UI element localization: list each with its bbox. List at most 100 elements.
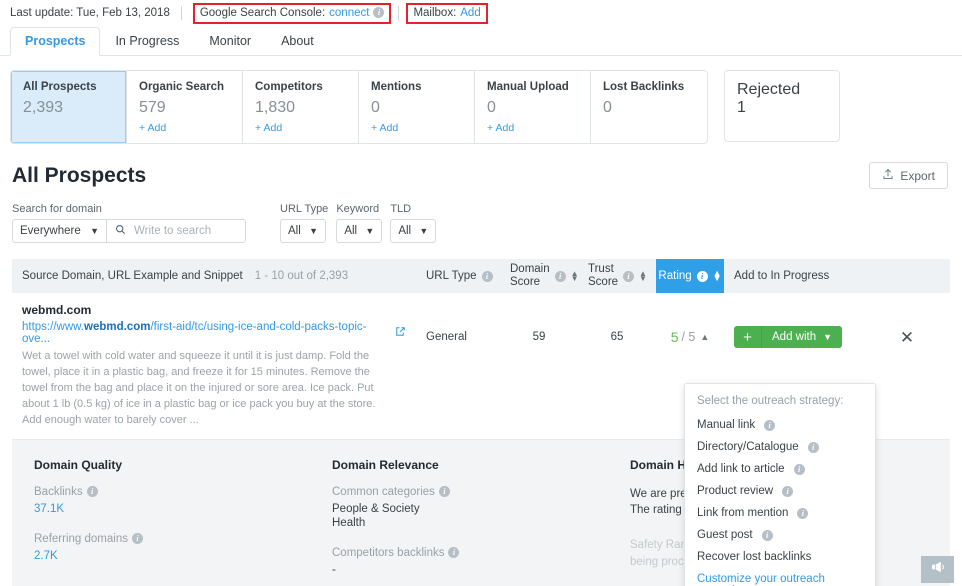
info-icon[interactable]: i	[807, 441, 819, 453]
tld-value: All	[398, 225, 412, 237]
item-label: Link from mention	[697, 507, 789, 519]
row-url[interactable]: https://www.webmd.com/first-aid/tc/using…	[22, 321, 406, 345]
info-icon[interactable]: i	[782, 485, 794, 497]
chevron-down-icon: ▼	[823, 332, 833, 342]
card-add-link[interactable]: + Add	[487, 122, 578, 134]
feedback-button[interactable]	[921, 556, 954, 583]
search-input-wrapper[interactable]	[106, 219, 246, 243]
add-with-button[interactable]: + Add with ▼	[734, 326, 843, 348]
card-value: 0	[371, 99, 380, 116]
plus-icon[interactable]: +	[734, 326, 762, 348]
info-icon[interactable]: i	[373, 7, 385, 18]
add-with-label-wrapper[interactable]: Add with ▼	[762, 326, 843, 348]
cell-rating[interactable]: 5 / 5 ▲	[656, 293, 724, 381]
export-button[interactable]: Export	[869, 162, 948, 189]
outreach-strategy-dropdown: Select the outreach strategy: Manual lin…	[684, 383, 876, 586]
search-icon	[115, 222, 126, 240]
card-all-prospects[interactable]: All Prospects 2,393	[11, 71, 127, 143]
card-title: Mentions	[371, 81, 422, 93]
tab-in-progress[interactable]: In Progress	[100, 27, 194, 56]
url-prefix: https://www.	[22, 321, 84, 333]
info-icon[interactable]: i	[696, 270, 708, 282]
info-icon[interactable]: i	[761, 529, 773, 541]
search-label: Search for domain	[12, 203, 102, 215]
info-icon[interactable]: i	[793, 463, 805, 475]
dropdown-item-guest-post[interactable]: Guest post i	[685, 524, 875, 546]
google-search-console-status[interactable]: Google Search Console: connect i	[192, 2, 392, 24]
cell-source-domain: webmd.com https://www.webmd.com/first-ai…	[12, 293, 416, 439]
info-icon[interactable]: i	[797, 507, 809, 519]
search-input[interactable]	[132, 224, 237, 238]
tld-filter-group: TLD All ▼	[390, 203, 437, 243]
mailbox-status[interactable]: Mailbox: Add	[406, 2, 488, 24]
search-scope-select[interactable]: Everywhere ▼	[12, 219, 106, 243]
detail-value: People & Society	[332, 502, 420, 515]
tab-monitor[interactable]: Monitor	[194, 27, 266, 56]
item-label: Product review	[697, 485, 774, 497]
dropdown-item-directory-catalogue[interactable]: Directory/Catalogue i	[685, 436, 875, 458]
card-value: 1,830	[255, 99, 296, 116]
tab-prospects[interactable]: Prospects	[10, 27, 101, 56]
info-icon[interactable]: i	[764, 419, 776, 431]
url-type-select[interactable]: All ▼	[280, 219, 326, 243]
info-icon[interactable]: i	[131, 533, 143, 545]
card-value: 1	[737, 99, 746, 116]
stat-cards: All Prospects 2,393 Organic Search 579 +…	[0, 56, 962, 144]
card-add-link[interactable]: + Add	[139, 122, 230, 134]
dropdown-item-manual-link[interactable]: Manual link i	[685, 414, 875, 436]
card-manual-upload[interactable]: Manual Upload 0 + Add	[475, 71, 591, 143]
detail-common-categories: Common categories i People & Society Hea…	[332, 486, 630, 529]
line-1: Trust	[588, 262, 614, 275]
line-1: Domain	[510, 262, 550, 275]
dropdown-item-link-from-mention[interactable]: Link from mention i	[685, 502, 875, 524]
mailbox-add-link[interactable]: Add	[460, 7, 480, 19]
header-domain-score-label: Domain Score	[510, 263, 550, 289]
card-rejected[interactable]: Rejected 1	[724, 70, 840, 142]
close-icon[interactable]: ✕	[900, 329, 914, 346]
info-icon[interactable]: i	[448, 547, 460, 559]
card-add-link[interactable]: + Add	[371, 122, 462, 134]
search-domain-group: Search for domain Everywhere ▼	[12, 203, 246, 243]
item-label: Manual link	[697, 419, 756, 431]
gsc-connect-link[interactable]: connect	[329, 7, 369, 19]
detail-competitors-backlinks: Competitors backlinks i -	[332, 547, 630, 576]
cell-domain-score: 59	[532, 331, 546, 343]
tld-select[interactable]: All ▼	[390, 219, 437, 243]
detail-domain-relevance: Domain Relevance Common categories i Peo…	[332, 458, 630, 586]
info-icon[interactable]: i	[86, 486, 98, 498]
tab-about[interactable]: About	[266, 27, 329, 56]
card-mentions[interactable]: Mentions 0 + Add	[359, 71, 475, 143]
chevron-up-icon[interactable]: ▲	[700, 332, 709, 342]
keyword-label: Keyword	[336, 203, 380, 215]
header-trust-score[interactable]: Trust Score i ▲ ▼	[578, 259, 656, 293]
dropdown-item-customize-strategies[interactable]: Customize your outreach strategies	[685, 568, 875, 586]
detail-value: -	[332, 563, 336, 576]
card-add-link[interactable]: + Add	[255, 122, 346, 134]
info-icon[interactable]: i	[438, 486, 450, 498]
result-count: 1 - 10 out of 2,393	[254, 270, 349, 282]
external-link-icon[interactable]	[395, 326, 406, 340]
card-organic-search[interactable]: Organic Search 579 + Add	[127, 71, 243, 143]
info-icon[interactable]: i	[623, 270, 635, 282]
rating-value: 5	[670, 329, 679, 345]
dropdown-item-recover-lost-backlinks[interactable]: Recover lost backlinks	[685, 546, 875, 568]
mailbox-label: Mailbox:	[413, 6, 457, 19]
label-text: Common categories	[332, 485, 435, 498]
upload-icon	[882, 168, 894, 183]
link-building-tool-page: Last update: Tue, Feb 13, 2018 Google Se…	[0, 0, 962, 586]
dropdown-item-add-link-to-article[interactable]: Add link to article i	[685, 458, 875, 480]
card-lost-backlinks[interactable]: Lost Backlinks 0	[591, 71, 707, 143]
keyword-select[interactable]: All ▼	[336, 219, 383, 243]
dropdown-item-product-review[interactable]: Product review i	[685, 480, 875, 502]
detail-value[interactable]: 2.7K	[34, 550, 332, 562]
sort-icon[interactable]: ▲ ▼	[713, 269, 722, 283]
url-domain: webmd.com	[84, 321, 151, 333]
header-domain-score[interactable]: Domain Score i ▲ ▼	[500, 259, 579, 293]
chevron-down-icon: ▼	[365, 226, 375, 236]
sort-icon[interactable]: ▲ ▼	[639, 270, 647, 283]
detail-value[interactable]: 37.1K	[34, 503, 332, 515]
info-icon[interactable]: i	[554, 270, 566, 282]
info-icon[interactable]: i	[481, 270, 493, 282]
header-rating[interactable]: Rating i ▲ ▼	[656, 259, 724, 293]
card-competitors[interactable]: Competitors 1,830 + Add	[243, 71, 359, 143]
